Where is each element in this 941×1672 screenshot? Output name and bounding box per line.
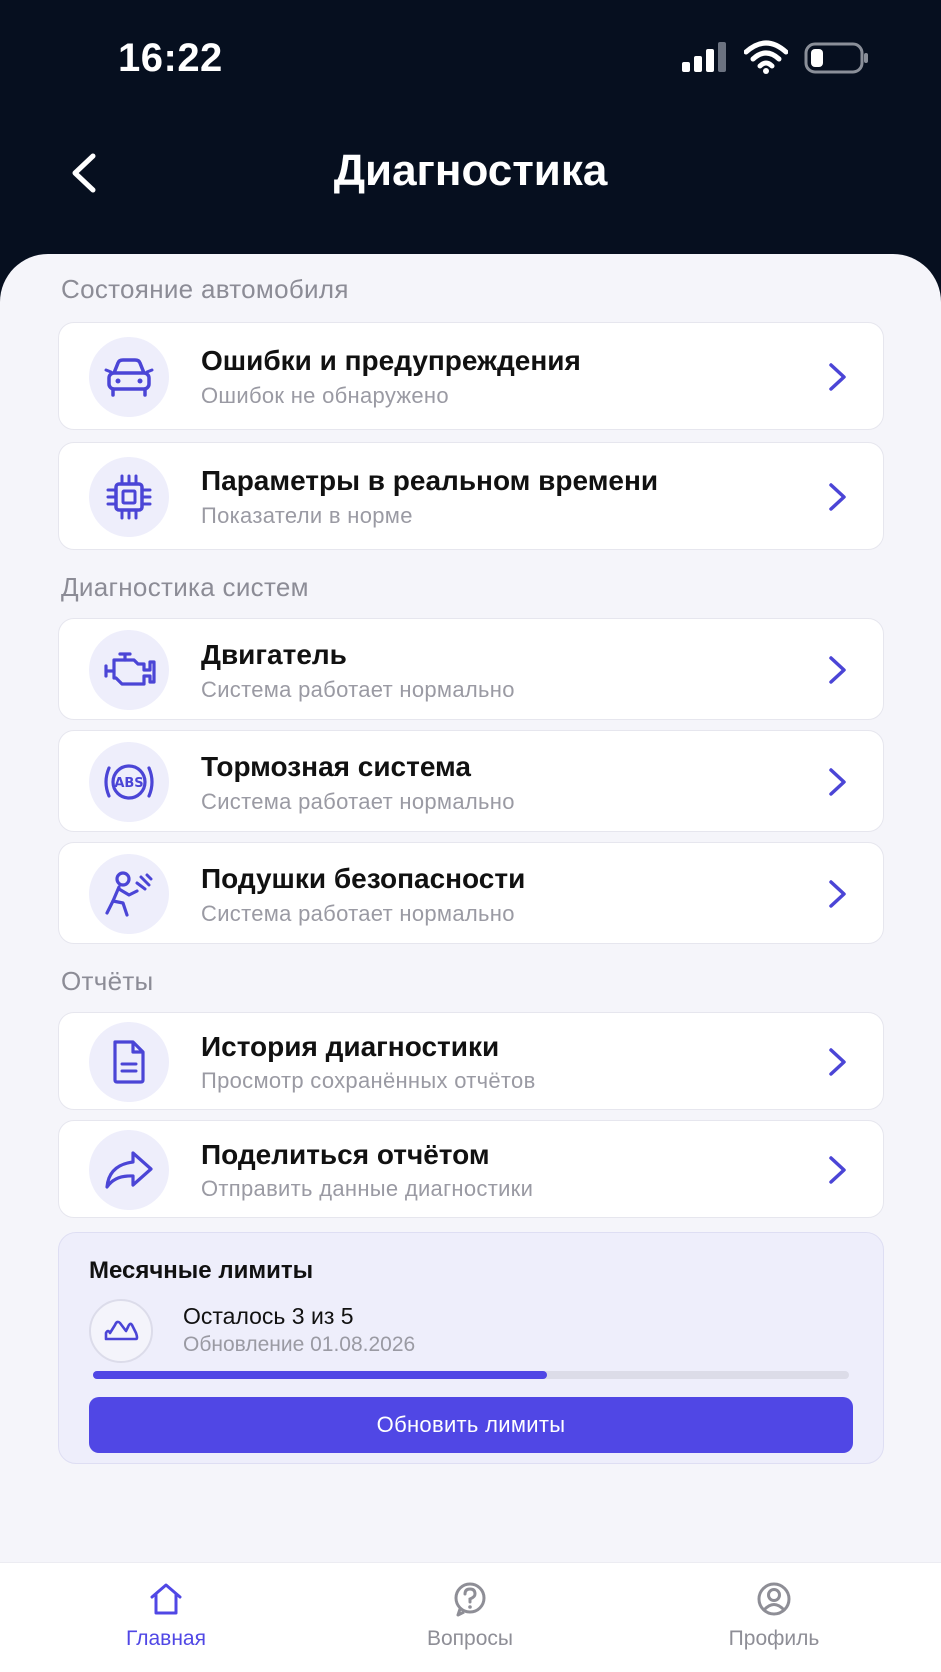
chip-icon-wrap	[89, 457, 169, 537]
engine-icon	[104, 652, 156, 686]
tab-profile[interactable]: Профиль	[674, 1563, 874, 1672]
card-title: Поделиться отчётом	[201, 1139, 490, 1170]
document-icon-wrap	[89, 1022, 169, 1102]
card-realtime[interactable]: Параметры в реальном времени Показатели …	[58, 442, 884, 550]
card-subtitle: Отправить данные диагностики	[201, 1176, 534, 1201]
card-title: История диагностики	[201, 1031, 500, 1062]
svg-text:ABS: ABS	[114, 776, 143, 791]
cloud-icon	[104, 1320, 139, 1341]
tab-label: Профиль	[728, 1627, 820, 1650]
card-subtitle: Ошибок не обнаружено	[201, 383, 449, 408]
chevron-right-icon	[829, 880, 846, 908]
card-subtitle: Система работает нормально	[201, 677, 515, 702]
profile-icon	[757, 1582, 791, 1616]
car-icon	[104, 358, 154, 397]
abs-icon: ABS	[104, 764, 154, 800]
share-icon-wrap	[89, 1130, 169, 1210]
chevron-right-icon	[829, 483, 846, 511]
signal-icon	[682, 42, 726, 72]
tab-label: Главная	[126, 1627, 206, 1650]
home-icon	[150, 1583, 182, 1615]
tab-bar: Главная Вопросы Профиль	[0, 1562, 941, 1672]
chevron-right-icon	[829, 363, 846, 391]
card-title: Подушки безопасности	[201, 863, 526, 894]
card-subtitle: Просмотр сохранённых отчётов	[201, 1068, 536, 1093]
card-subtitle: Система работает нормально	[201, 789, 515, 814]
limits-remaining: Осталось 3 из 5	[183, 1303, 354, 1329]
battery-icon	[804, 42, 868, 74]
limits-progress-fill	[93, 1371, 547, 1379]
section-title-reports: Отчёты	[61, 966, 154, 996]
card-title: Двигатель	[201, 639, 347, 670]
airbag-icon-wrap	[89, 854, 169, 934]
share-icon	[105, 1151, 153, 1189]
chevron-right-icon	[829, 1048, 846, 1076]
card-subtitle: Показатели в норме	[201, 503, 413, 528]
refresh-limits-button[interactable]: Обновить лимиты	[89, 1397, 853, 1453]
chevron-right-icon	[829, 1156, 846, 1184]
chevron-right-icon	[829, 768, 846, 796]
page-title: Диагностика	[333, 146, 608, 195]
wifi-icon	[744, 40, 788, 74]
tab-home[interactable]: Главная	[66, 1563, 266, 1672]
card-airbags[interactable]: Подушки безопасности Система работает но…	[58, 842, 884, 944]
card-engine[interactable]: Двигатель Система работает нормально	[58, 618, 884, 720]
monthly-limits-card: Месячные лимиты Осталось 3 из 5 Обновлен…	[58, 1232, 884, 1464]
card-history[interactable]: История диагностики Просмотр сохранённых…	[58, 1012, 884, 1110]
limits-title: Месячные лимиты	[89, 1257, 314, 1284]
card-title: Параметры в реальном времени	[201, 465, 659, 496]
content-sheet: Состояние автомобиля Ошибки и предупрежд…	[0, 254, 941, 1672]
card-share[interactable]: Поделиться отчётом Отправить данные диаг…	[58, 1120, 884, 1218]
document-icon	[113, 1040, 145, 1084]
status-bar: 16:22	[0, 0, 941, 118]
limits-update-date: Обновление 01.08.2026	[183, 1333, 416, 1356]
section-title-vehicle-state: Состояние автомобиля	[61, 274, 349, 304]
header: Диагностика	[0, 118, 941, 228]
card-errors[interactable]: Ошибки и предупреждения Ошибок не обнару…	[58, 322, 884, 430]
card-brakes[interactable]: ABS Тормозная система Система работает н…	[58, 730, 884, 832]
card-subtitle: Система работает нормально	[201, 901, 515, 926]
airbag-icon	[105, 871, 153, 917]
section-title-systems: Диагностика систем	[61, 572, 309, 602]
card-title: Тормозная система	[201, 751, 471, 782]
car-icon-wrap	[89, 337, 169, 417]
status-time: 16:22	[118, 36, 223, 80]
chip-icon	[106, 474, 152, 520]
abs-icon-wrap: ABS	[89, 742, 169, 822]
limits-progress-bar	[93, 1371, 849, 1379]
tab-questions[interactable]: Вопросы	[370, 1563, 570, 1672]
tab-label: Вопросы	[426, 1627, 513, 1650]
engine-icon-wrap	[89, 630, 169, 710]
limits-icon-wrap	[89, 1299, 153, 1363]
question-icon	[454, 1582, 486, 1617]
card-title: Ошибки и предупреждения	[201, 345, 581, 376]
chevron-right-icon	[829, 656, 846, 684]
